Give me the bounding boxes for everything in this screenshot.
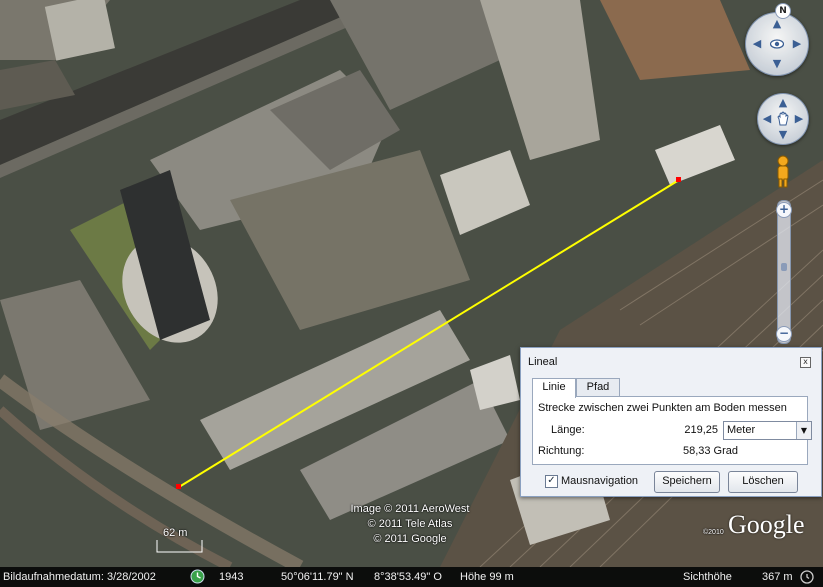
- look-up-icon[interactable]: ▲: [770, 17, 784, 31]
- zoom-in-button[interactable]: +: [776, 202, 792, 218]
- length-label: Länge:: [551, 424, 585, 436]
- zoom-slider-handle[interactable]: [781, 263, 787, 271]
- move-right-icon[interactable]: ▶: [792, 112, 806, 126]
- move-left-icon[interactable]: ◀: [760, 112, 774, 126]
- move-up-icon[interactable]: ▲: [776, 96, 790, 110]
- google-logo: Google: [728, 510, 805, 539]
- historical-year: 1943: [219, 571, 244, 583]
- satellite-map[interactable]: [0, 0, 823, 587]
- move-down-icon[interactable]: ▼: [776, 128, 790, 142]
- zoom-out-button[interactable]: −: [776, 326, 792, 342]
- look-left-icon[interactable]: ◀: [750, 37, 764, 51]
- delete-button[interactable]: Löschen: [728, 471, 798, 493]
- mouse-navigation-label: Mausnavigation: [561, 475, 639, 487]
- save-button[interactable]: Speichern: [654, 471, 720, 493]
- unit-select[interactable]: Meter ▼: [723, 421, 812, 440]
- length-value: 219,25: [684, 424, 718, 436]
- close-icon[interactable]: x: [800, 357, 811, 368]
- copyright-teleatlas: © 2011 Tele Atlas: [367, 518, 453, 530]
- chevron-down-icon[interactable]: ▼: [796, 422, 811, 439]
- tab-pfad[interactable]: Pfad: [576, 378, 620, 397]
- eye-look-icon: [769, 37, 785, 51]
- eye-altitude-value: 367 m: [762, 571, 793, 583]
- measure-description: Strecke zwischen zwei Punkten am Boden m…: [538, 402, 787, 414]
- image-date: Bildaufnahmedatum: 3/28/2002: [3, 571, 156, 583]
- unit-select-value: Meter: [727, 424, 756, 436]
- look-down-icon[interactable]: ▼: [770, 57, 784, 71]
- dialog-title: Lineal: [528, 356, 558, 368]
- zoom-slider-track[interactable]: [777, 200, 791, 344]
- measure-end-point: [676, 177, 681, 182]
- status-bar: Bildaufnahmedatum: 3/28/2002 1943 50°06'…: [0, 567, 823, 587]
- google-logo-year: ©2010: [703, 529, 724, 536]
- mouse-navigation-checkbox[interactable]: ✓: [545, 475, 558, 488]
- copyright-aerowest: Image © 2011 AeroWest: [350, 503, 470, 515]
- pegman-icon[interactable]: [773, 155, 793, 191]
- historical-imagery-icon[interactable]: [190, 569, 205, 584]
- scale-label: 62 m: [163, 527, 188, 539]
- direction-label: Richtung:: [538, 445, 585, 457]
- look-control[interactable]: ▲ ▼ ◀ ▶: [745, 12, 809, 76]
- eye-altitude-label: Sichthöhe: [683, 571, 732, 583]
- compass-north-button[interactable]: N: [775, 3, 791, 19]
- ruler-dialog: Lineal x Linie Pfad Strecke zwischen zwe…: [520, 347, 822, 497]
- tab-linie[interactable]: Linie: [532, 378, 576, 398]
- latitude-readout: 50°06'11.79" N: [281, 571, 354, 583]
- measure-start-point: [176, 484, 181, 489]
- hand-move-icon: [775, 111, 791, 127]
- elevation-readout: Höhe 99 m: [460, 571, 514, 583]
- streaming-progress-icon: [800, 570, 814, 584]
- copyright-google: © 2011 Google: [373, 533, 447, 545]
- look-right-icon[interactable]: ▶: [790, 37, 804, 51]
- line-panel: Strecke zwischen zwei Punkten am Boden m…: [532, 396, 812, 465]
- direction-value: 58,33 Grad: [682, 445, 738, 457]
- move-control[interactable]: ▲ ▼ ◀ ▶: [757, 93, 809, 145]
- longitude-readout: 8°38'53.49" O: [374, 571, 442, 583]
